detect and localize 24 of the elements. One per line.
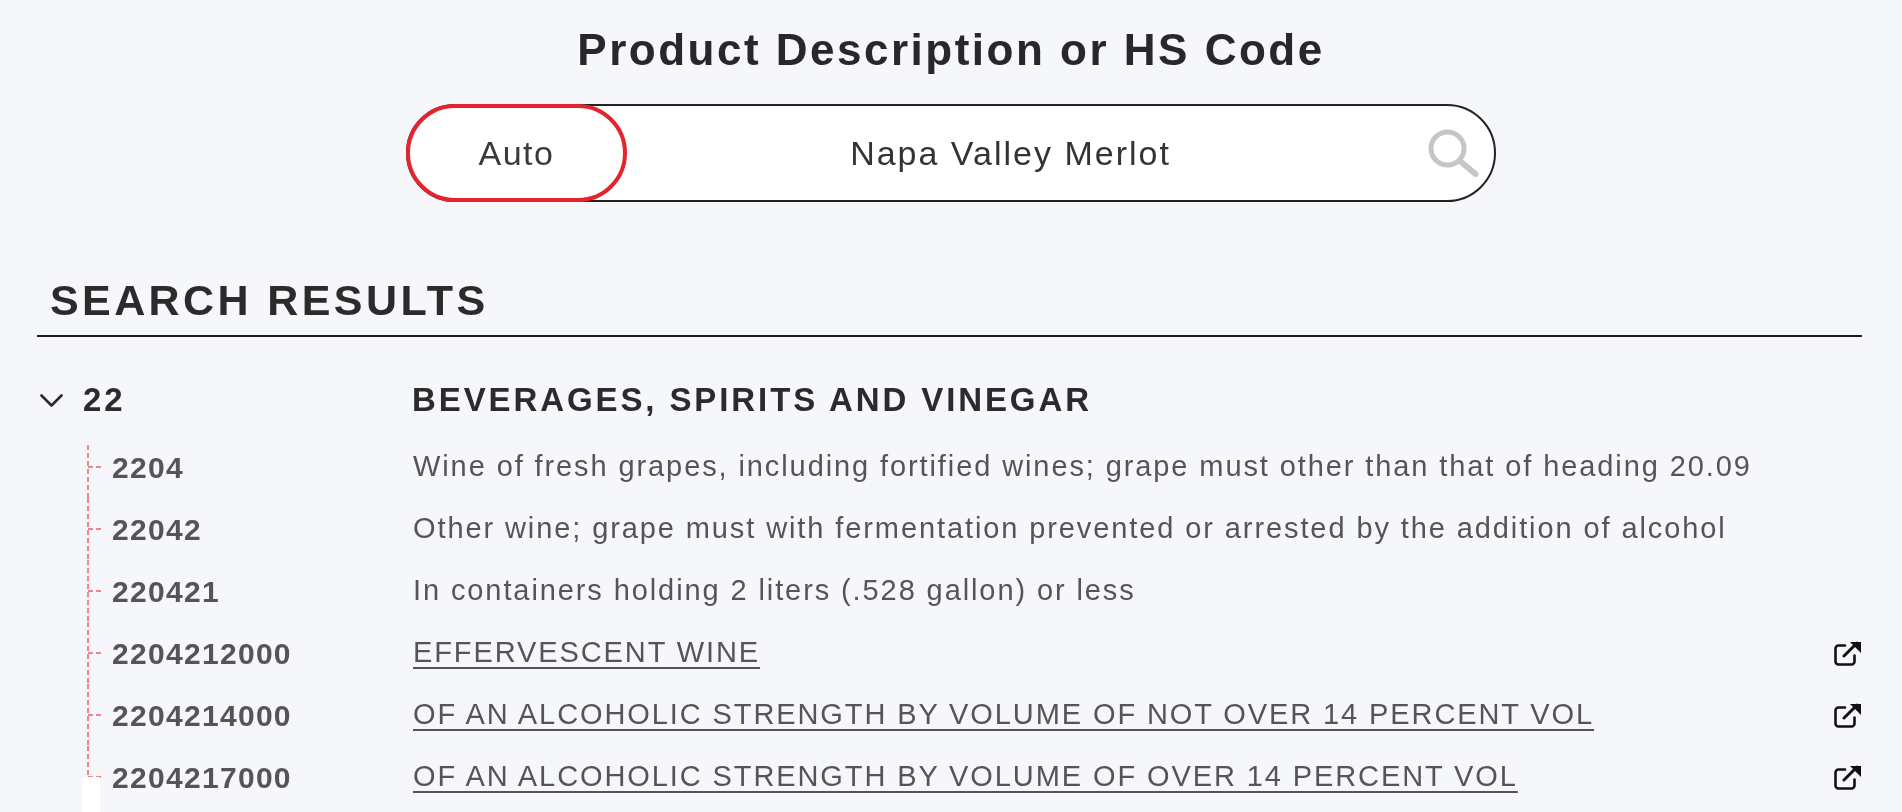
auto-mode-button[interactable]: Auto [406, 104, 627, 202]
external-link-icon[interactable] [1833, 764, 1862, 790]
hs-code: 220421 [112, 573, 220, 610]
hs-code: 2204 [112, 449, 184, 486]
search-field[interactable]: Napa Valley Merlot [627, 123, 1394, 183]
description-text: In containers holding 2 liters (.528 gallon) or less [413, 573, 1136, 609]
page-title: Product Description or HS Code [577, 24, 1325, 76]
description-link[interactable]: EFFERVESCENT WINE [413, 631, 761, 675]
search-bar[interactable]: Auto Napa Valley Merlot [406, 104, 1496, 202]
chapter-code: 22 [83, 380, 126, 421]
hs-code: 22042 [112, 511, 202, 548]
search-icon [1428, 129, 1479, 177]
description-text: Other wine; grape must with fermentation prevented or arrested by the addition of alcohol [413, 511, 1727, 547]
description-link[interactable]: OF AN ALCOHOLIC STRENGTH BY VOLUME OF NOT OVER 14 PERCENT VOL [413, 693, 1595, 737]
hs-code: 2204212000 [112, 635, 292, 672]
description-link[interactable]: OF AN ALCOHOLIC STRENGTH BY VOLUME OF OVER 14 PERCENT VOL [413, 755, 1518, 799]
external-link-icon[interactable] [1833, 640, 1862, 666]
hs-code: 2204217000 [112, 759, 292, 796]
external-link-icon[interactable] [1833, 702, 1862, 728]
chapter-title: BEVERAGES, SPIRITS AND VINEGAR [412, 380, 1092, 421]
hs-code: 2204214000 [112, 697, 292, 734]
description-text: Wine of fresh grapes, including fortified wines; grape must other than that of heading 20.09 [413, 449, 1752, 485]
section-heading: SEARCH RESULTS [50, 275, 489, 325]
chevron-down-icon[interactable] [40, 393, 63, 407]
